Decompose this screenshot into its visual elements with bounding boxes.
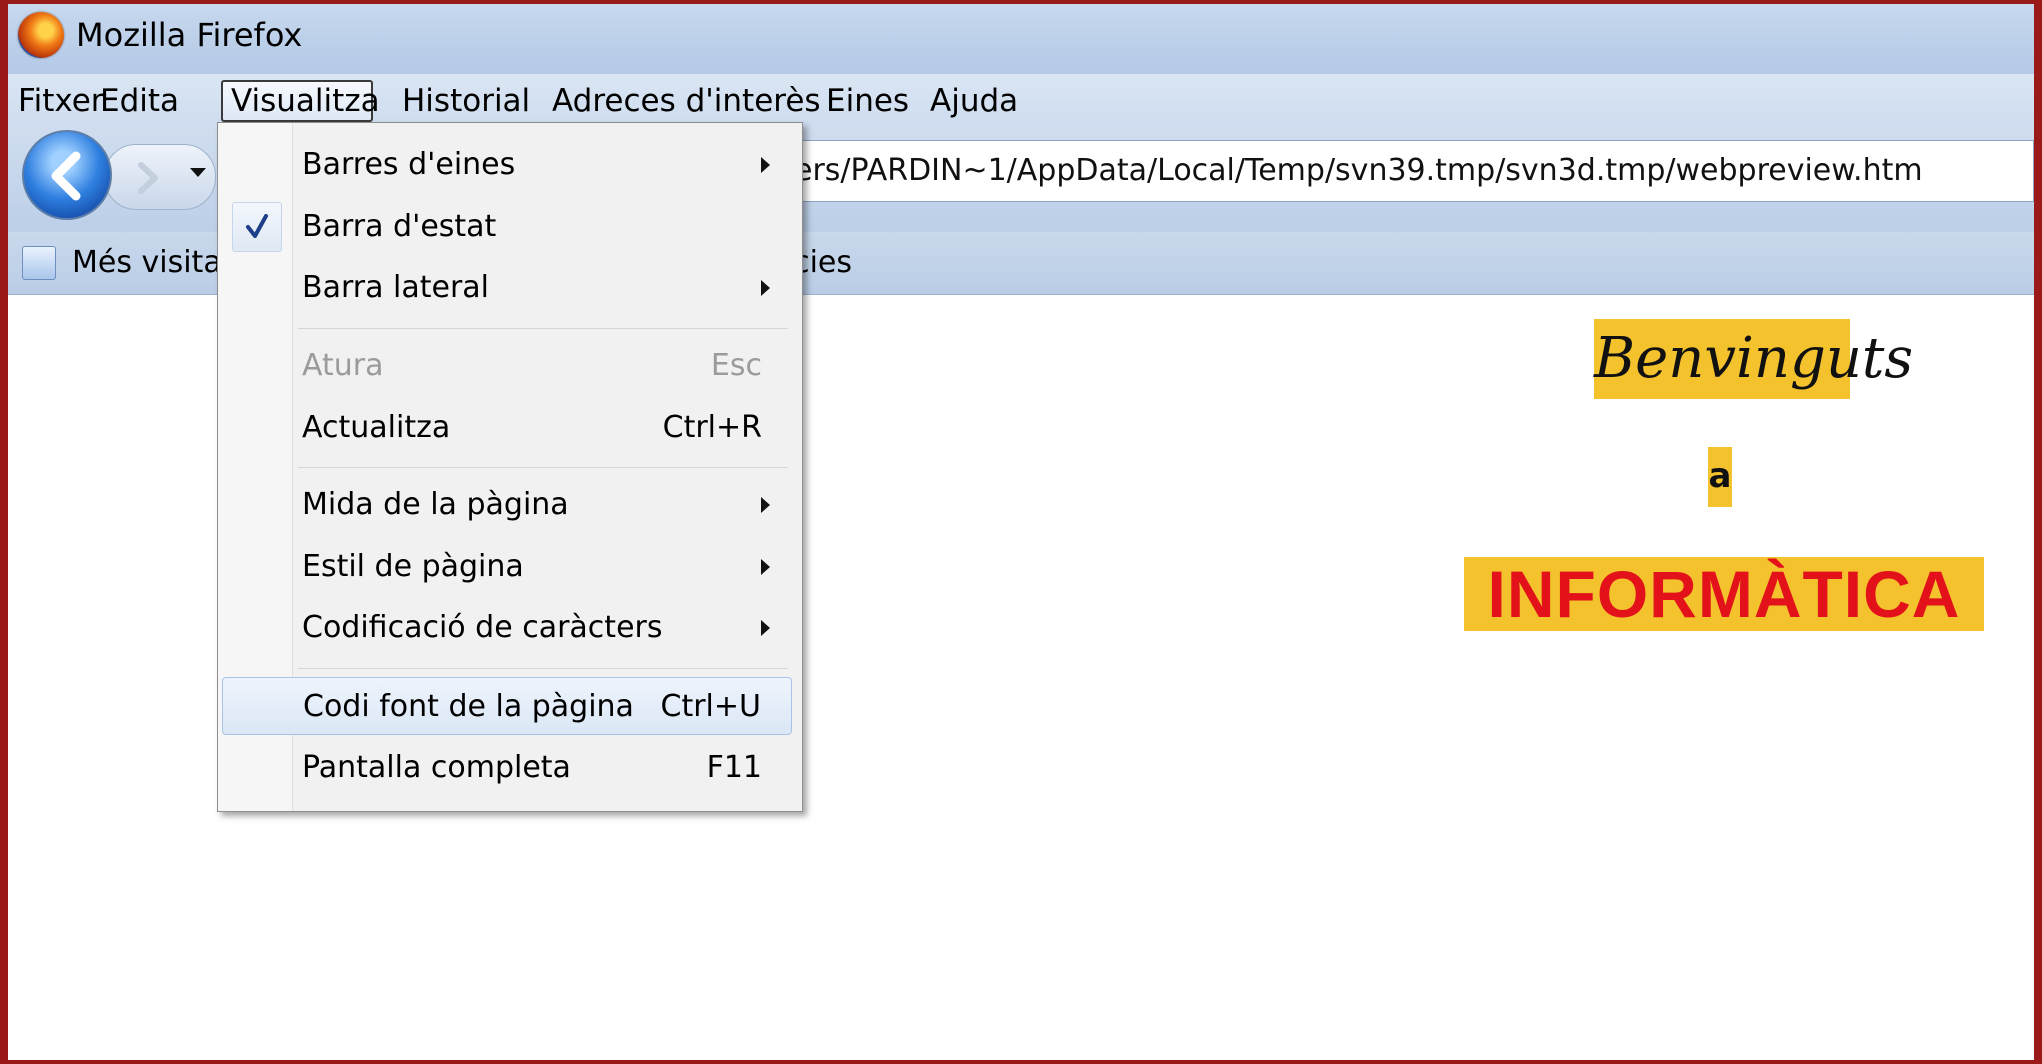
back-arrow-icon: [51, 151, 81, 201]
menu-adreces-interes[interactable]: Adreces d'interès: [544, 80, 829, 122]
bookmark-most-visited[interactable]: Més visitad: [72, 232, 230, 294]
submenu-arrow-icon: [761, 559, 770, 575]
menu-separator: [298, 328, 788, 329]
connector-text: a: [1708, 447, 1732, 507]
menu-item-page-source[interactable]: Codi font de la pàgina Ctrl+U: [222, 677, 792, 735]
submenu-arrow-icon: [761, 157, 770, 173]
firefox-logo-icon: [18, 12, 64, 58]
checkmark-box: [232, 202, 282, 252]
browser-window: Mozilla Firefox Fitxer Edita Visualitza …: [8, 4, 2034, 1060]
menu-item-label: Mida de la pàgina: [302, 487, 569, 522]
submenu-arrow-icon: [761, 280, 770, 296]
menu-item-stop[interactable]: Atura Esc: [222, 337, 792, 395]
menu-edita[interactable]: Edita: [92, 80, 187, 122]
menu-item-text-size[interactable]: Mida de la pàgina: [222, 476, 792, 534]
title-bar: Mozilla Firefox: [8, 4, 2034, 74]
menu-item-label: Barra lateral: [302, 270, 490, 305]
menu-item-page-style[interactable]: Estil de pàgina: [222, 538, 792, 596]
window-title: Mozilla Firefox: [76, 16, 303, 54]
menu-item-label: Estil de pàgina: [302, 549, 524, 584]
submenu-arrow-icon: [761, 497, 770, 513]
menu-item-reload[interactable]: Actualitza Ctrl+R: [222, 399, 792, 457]
menu-ajuda[interactable]: Ajuda: [922, 80, 1026, 122]
menu-item-shortcut: F11: [706, 750, 762, 785]
menu-item-label: Barra d'estat: [302, 209, 497, 244]
bookmark-page-icon: [22, 246, 56, 280]
menu-eines[interactable]: Eines: [818, 80, 917, 122]
menu-item-shortcut: Ctrl+U: [660, 689, 761, 724]
menu-item-label: Actualitza: [302, 410, 451, 445]
menu-item-label: Codificació de caràcters: [302, 610, 663, 645]
forward-button[interactable]: [104, 144, 216, 210]
menu-item-shortcut: Esc: [710, 348, 762, 383]
menu-item-label: Atura: [302, 348, 384, 383]
menu-bar: Fitxer Edita Visualitza Historial Adrece…: [8, 74, 2034, 126]
menu-item-label: Barres d'eines: [302, 147, 516, 182]
forward-arrow-icon: [138, 162, 158, 194]
menu-item-status-bar[interactable]: Barra d'estat: [222, 198, 792, 256]
menu-item-toolbars[interactable]: Barres d'eines: [222, 136, 792, 194]
menu-item-label: Pantalla completa: [302, 750, 571, 785]
view-menu-dropdown: Barres d'eines Barra d'estat Barra later…: [217, 122, 803, 812]
history-dropdown-icon[interactable]: [190, 168, 206, 177]
menu-separator: [298, 467, 788, 468]
menu-item-character-encoding[interactable]: Codificació de caràcters: [222, 599, 792, 657]
menu-item-shortcut: Ctrl+R: [662, 410, 762, 445]
welcome-heading: Benvinguts: [1594, 319, 1913, 399]
menu-separator: [298, 668, 788, 669]
checkmark-icon: [246, 214, 268, 238]
menu-historial[interactable]: Historial: [394, 80, 538, 122]
address-text: ers/PARDIN~1/AppData/Local/Temp/svn39.tm…: [794, 153, 1923, 188]
submenu-arrow-icon: [761, 620, 770, 636]
menu-item-full-screen[interactable]: Pantalla completa F11: [222, 739, 792, 797]
back-button[interactable]: [22, 130, 112, 220]
menu-visualitza[interactable]: Visualitza: [221, 80, 380, 122]
menu-item-label: Codi font de la pàgina: [303, 689, 634, 724]
menu-item-sidebar[interactable]: Barra lateral: [222, 259, 792, 317]
informatica-heading: INFORMÀTICA: [1464, 557, 1984, 631]
